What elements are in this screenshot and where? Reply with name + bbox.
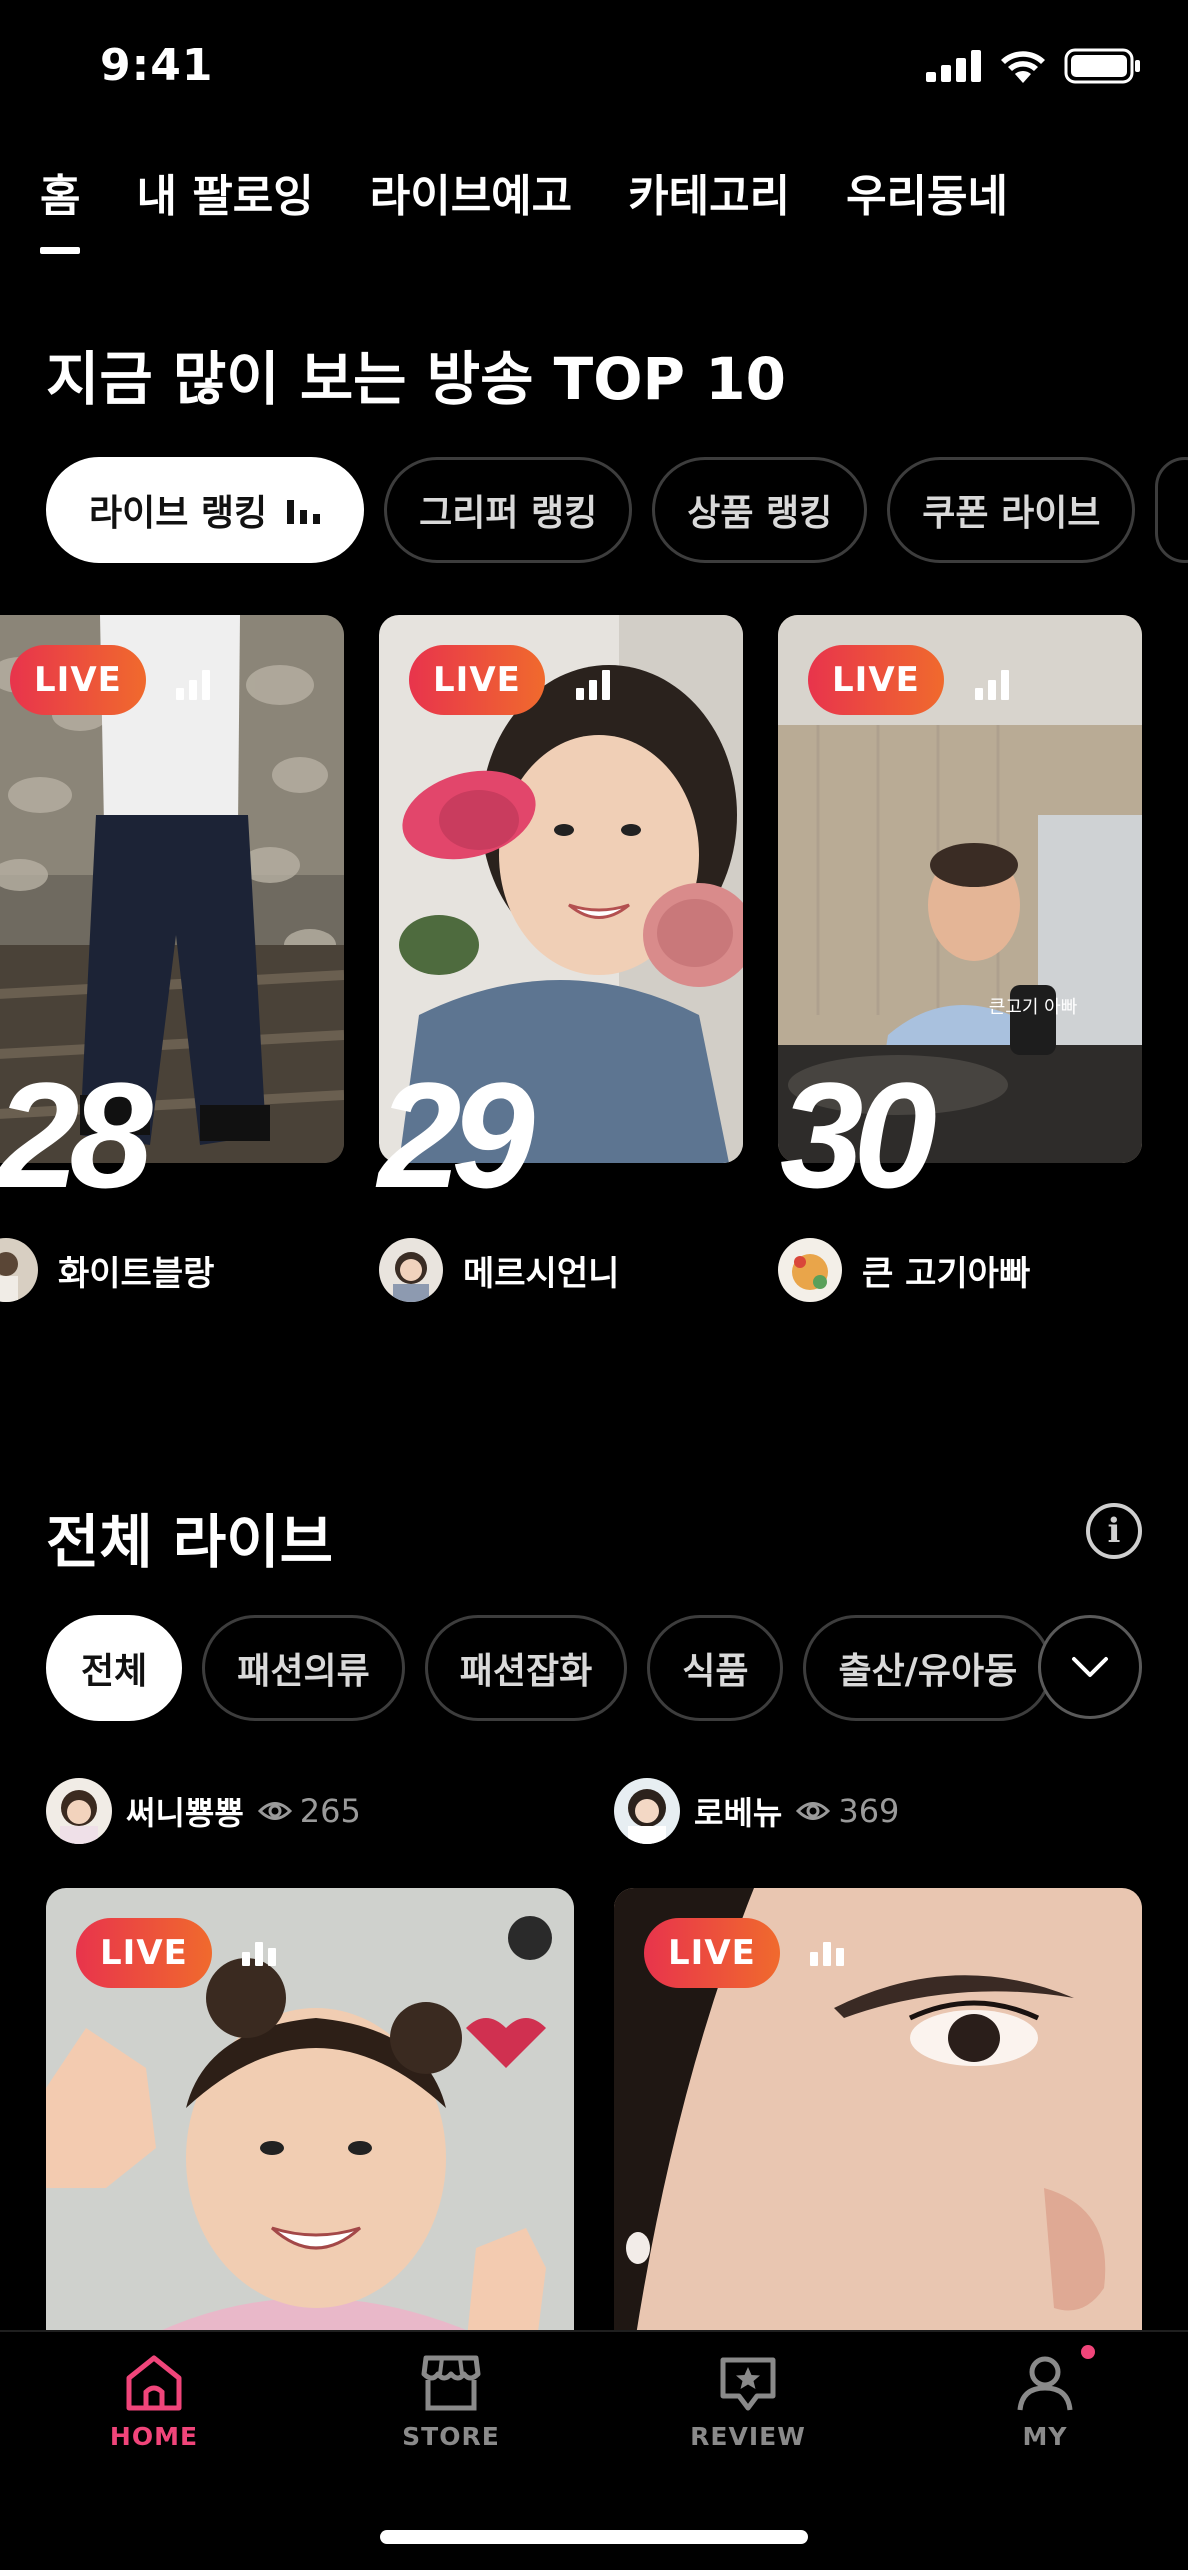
filter-product-ranking[interactable]: 상품 랭킹 [652, 457, 868, 563]
broadcaster-avatar [614, 1778, 680, 1844]
rank-number: 30 [780, 1051, 937, 1219]
category-fashion-clothing[interactable]: 패션의류 [202, 1615, 405, 1721]
filter-live-ranking[interactable]: 라이브 랭킹 [46, 457, 365, 563]
ranking-filter-row: 라이브 랭킹 그리퍼 랭킹 상품 랭킹 쿠폰 라이브 [46, 457, 1188, 563]
eye-icon [796, 1802, 831, 1820]
filter-more-partial[interactable] [1155, 457, 1188, 563]
seller-avatar [0, 1238, 38, 1302]
home-indicator [380, 2530, 808, 2544]
top10-title: 지금 많이 보는 방송 TOP 10 [46, 345, 786, 413]
expand-categories-button[interactable] [1038, 1615, 1142, 1719]
viewer-count: 369 [796, 1792, 899, 1830]
home-icon [126, 2355, 182, 2411]
live-signal-icon [576, 670, 610, 700]
broadcaster-header[interactable]: 써니뿅뿅 265 [46, 1778, 361, 1844]
seller-avatar [379, 1238, 443, 1302]
filter-label: 라이브 랭킹 [89, 493, 268, 534]
live-badge: LIVE [10, 645, 146, 715]
chevron-down-icon [1072, 1657, 1108, 1677]
category-all[interactable]: 전체 [46, 1615, 183, 1721]
nav-label: STORE [402, 2422, 500, 2451]
live-badge: LIVE [644, 1918, 780, 1988]
tab-home[interactable]: 홈 [40, 160, 81, 254]
status-bar: 9:41 [0, 0, 1188, 140]
tab-following[interactable]: 내 팔로잉 [136, 160, 313, 254]
nav-label: MY [1022, 2422, 1068, 2451]
ranking-seller[interactable]: 화이트블랑 [0, 1238, 214, 1302]
live-badge: LIVE [808, 645, 944, 715]
eye-icon [257, 1802, 292, 1820]
seller-name: 화이트블랑 [58, 1253, 215, 1294]
category-baby-kids[interactable]: 출산/유아동 [803, 1615, 1046, 1721]
status-icons [926, 48, 1142, 84]
live-signal-icon [242, 1942, 276, 1966]
ranking-bars-icon [287, 500, 321, 524]
rank-number: 29 [378, 1051, 535, 1219]
broadcaster-name: 로베뉴 [694, 1794, 783, 1832]
review-icon [720, 2357, 776, 2411]
ranking-seller[interactable]: 메르시언니 [379, 1238, 619, 1302]
nav-home[interactable]: HOME [74, 2354, 234, 2451]
sign-text: 큰고기 아빠 [989, 997, 1078, 1018]
profile-icon [1017, 2356, 1073, 2411]
all-live-title: 전체 라이브 [46, 1508, 333, 1576]
nav-review[interactable]: REVIEW [668, 2354, 828, 2451]
top-tabs: 홈 내 팔로잉 라이브예고 카테고리 우리동네 [40, 160, 1008, 254]
live-signal-icon [975, 670, 1009, 700]
filter-coupon-live[interactable]: 쿠폰 라이브 [887, 457, 1136, 563]
nav-store[interactable]: STORE [371, 2354, 531, 2451]
live-signal-icon [810, 1942, 844, 1966]
filter-gripper-ranking[interactable]: 그리퍼 랭킹 [384, 457, 633, 563]
broadcaster-header[interactable]: 로베뉴 369 [614, 1778, 899, 1844]
nav-my[interactable]: MY [965, 2354, 1125, 2451]
category-food[interactable]: 식품 [647, 1615, 784, 1721]
viewer-count-value: 265 [299, 1792, 361, 1830]
live-badge: LIVE [409, 645, 545, 715]
store-icon [421, 2355, 481, 2411]
seller-name: 메르시언니 [463, 1253, 620, 1294]
live-badge: LIVE [76, 1918, 212, 1988]
viewer-count: 265 [257, 1792, 361, 1830]
battery-icon [1064, 48, 1140, 84]
category-fashion-accessories[interactable]: 패션잡화 [424, 1615, 628, 1721]
notification-dot [1081, 2345, 1095, 2359]
seller-avatar [778, 1238, 842, 1302]
ranking-seller[interactable]: 큰 고기아빠 [778, 1238, 1030, 1302]
category-filter-row: 전체 패션의류 패션잡화 식품 출산/유아동 [46, 1615, 1046, 1721]
tab-neighborhood[interactable]: 우리동네 [846, 160, 1008, 254]
nav-label: REVIEW [690, 2422, 806, 2451]
tab-upcoming-live[interactable]: 라이브예고 [370, 160, 572, 254]
rank-number: 28 [0, 1051, 153, 1219]
cellular-signal-icon [926, 50, 981, 82]
viewer-count-value: 369 [838, 1792, 900, 1830]
wifi-icon [1001, 51, 1045, 83]
tab-category[interactable]: 카테고리 [628, 160, 790, 254]
live-signal-icon [176, 670, 210, 700]
seller-name: 큰 고기아빠 [862, 1253, 1031, 1294]
broadcaster-name: 써니뿅뿅 [126, 1794, 244, 1832]
info-icon[interactable]: i [1086, 1503, 1142, 1559]
broadcaster-avatar [46, 1778, 112, 1844]
nav-label: HOME [109, 2422, 199, 2451]
status-time: 9:41 [100, 40, 214, 91]
